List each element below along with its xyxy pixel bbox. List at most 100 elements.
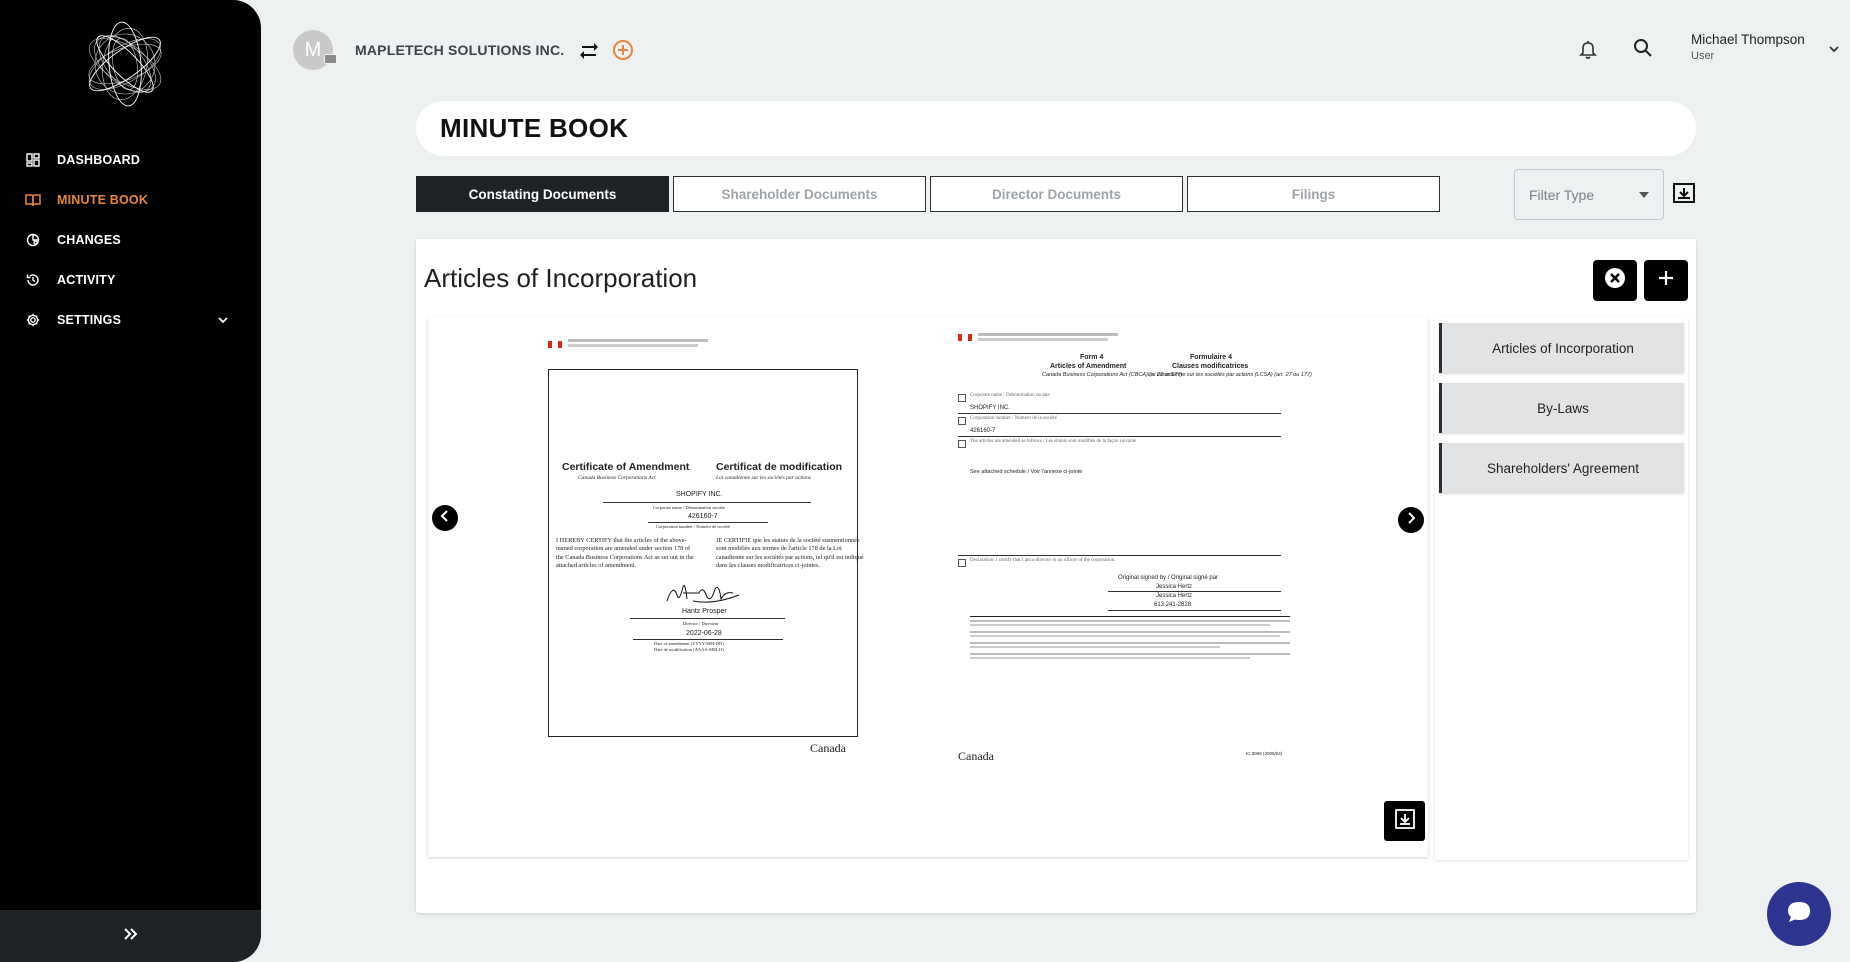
- chevron-down-icon[interactable]: [1827, 42, 1841, 56]
- preview-page-left: Certificate of Amendment Certificat de m…: [548, 333, 878, 755]
- certificate-act-fr: Loi canadienne sur les sociétés par acti…: [716, 475, 812, 481]
- avatar-letter: M: [304, 38, 322, 61]
- right-signer-name: Jessica Hertz: [1156, 584, 1193, 590]
- right-signer-phone: 613 241-2828: [1154, 602, 1192, 608]
- sidebar-item-changes[interactable]: CHANGES: [0, 220, 261, 260]
- canada-wordmark: Canada: [958, 749, 994, 763]
- caret-down-icon: [1639, 192, 1649, 198]
- date-label-en: Date of amendment (YYYY-MM-DD): [654, 641, 724, 646]
- certificate-title-en: Certificate of Amendment: [562, 461, 690, 473]
- close-circle-icon: [1604, 267, 1626, 294]
- tab-shareholder-documents[interactable]: Shareholder Documents: [673, 176, 926, 212]
- company-name: MAPLETECH SOLUTIONS INC.: [355, 42, 565, 58]
- book-icon: [24, 191, 42, 209]
- page-title-bar: MINUTE BOOK: [416, 101, 1696, 156]
- history-icon: [24, 271, 42, 289]
- company-header: M MAPLETECH SOLUTIONS INC.: [293, 30, 634, 70]
- avatar[interactable]: M: [293, 30, 337, 70]
- sidebar-item-label: DASHBOARD: [57, 153, 141, 167]
- document-preview: Certificate of Amendment Certificat de m…: [428, 317, 1428, 857]
- changes-icon: [24, 231, 42, 249]
- right-signer-name-printed: Jessica Hertz: [1156, 593, 1193, 599]
- certify-text-fr: JE CERTIFIE que les statuts de la sociét…: [716, 537, 864, 569]
- notification-bell-icon[interactable]: [1577, 38, 1599, 60]
- document-item-shareholders-agreement[interactable]: Shareholders' Agreement: [1439, 443, 1684, 493]
- chat-button[interactable]: [1767, 882, 1831, 946]
- sidebar-item-activity[interactable]: ACTIVITY: [0, 260, 261, 300]
- filter-type-select[interactable]: Filter Type: [1514, 169, 1664, 220]
- dashboard-icon: [24, 151, 42, 169]
- field3-value: See attached schedule / Voir l'annexe ci…: [970, 469, 1083, 475]
- form-code: IC 3069 (2008/04): [1246, 751, 1283, 756]
- company-logo: [70, 14, 180, 114]
- sidebar-item-dashboard[interactable]: DASHBOARD: [0, 140, 261, 180]
- user-name: Michael Thompson: [1691, 32, 1805, 47]
- sidebar: DASHBOARD MINUTE BOOK CHANGES ACTIVITY S…: [0, 0, 261, 962]
- certify-text-en: I HEREBY CERTIFY that the articles of th…: [556, 537, 694, 569]
- sidebar-collapse-button[interactable]: [0, 910, 261, 962]
- search-icon[interactable]: [1632, 37, 1654, 59]
- certificate-title-fr: Certificat de modification: [716, 461, 843, 473]
- sidebar-item-label: CHANGES: [57, 233, 121, 247]
- page-title: MINUTE BOOK: [440, 113, 629, 143]
- preview-page-right: Form 4 Articles of Amendment Canada Busi…: [958, 331, 1312, 763]
- canada-flag-icon: [548, 341, 562, 348]
- canada-flag-icon: [958, 334, 972, 341]
- document-section-card: Articles of Incorporation Certificate of…: [416, 239, 1696, 913]
- corp-number-label: Corporation number / Numéro de société: [656, 524, 730, 529]
- chevron-left-icon: [439, 509, 451, 527]
- amendment-date: 2022-06-28: [686, 630, 722, 637]
- certificate-act-en: Canada Business Corporations Act: [578, 475, 656, 481]
- download-document-button[interactable]: [1384, 801, 1425, 841]
- canada-wordmark: Canada: [810, 741, 846, 755]
- document-item-articles-of-incorporation[interactable]: Articles of Incorporation: [1439, 323, 1684, 373]
- field3-label: The articles are amended as follows / Le…: [970, 439, 1137, 444]
- chevron-right-icon: [1405, 511, 1417, 529]
- download-icon[interactable]: [1672, 181, 1696, 205]
- corp-number: 426160-7: [688, 513, 718, 520]
- document-item-by-laws[interactable]: By-Laws: [1439, 383, 1684, 433]
- next-page-button[interactable]: [1398, 507, 1424, 533]
- double-chevron-right-icon: [123, 927, 139, 946]
- sidebar-item-minute-book[interactable]: MINUTE BOOK: [0, 180, 261, 220]
- sidebar-item-label: ACTIVITY: [57, 273, 116, 287]
- tab-constating-documents[interactable]: Constating Documents: [416, 176, 669, 212]
- document-list: Articles of Incorporation By-Laws Shareh…: [1435, 317, 1688, 860]
- section-title: Articles of Incorporation: [424, 263, 698, 293]
- corp-name: SHOPIFY INC.: [676, 491, 723, 498]
- sidebar-nav: DASHBOARD MINUTE BOOK CHANGES ACTIVITY S…: [0, 140, 261, 340]
- add-document-button[interactable]: [1644, 260, 1688, 301]
- signer-title: Director / Directeur: [683, 621, 719, 626]
- user-menu[interactable]: Michael Thompson User: [1691, 32, 1805, 62]
- chat-bubble-icon: [1786, 900, 1812, 929]
- tab-director-documents[interactable]: Director Documents: [930, 176, 1183, 212]
- add-company-icon[interactable]: [612, 39, 634, 61]
- field4-label: Declaration: I certify that I am a direc…: [970, 558, 1116, 563]
- field2-label: Corporation number / Numéro de la sociét…: [970, 416, 1057, 421]
- form-number-en: Form 4: [1080, 354, 1104, 361]
- remove-document-button[interactable]: [1593, 260, 1637, 301]
- document-tabs: Constating Documents Shareholder Documen…: [416, 176, 1444, 212]
- plus-icon: [1657, 269, 1675, 292]
- previous-page-button[interactable]: [432, 505, 458, 531]
- signed-by-label: Original signed by / Original signé par: [1118, 575, 1219, 581]
- field1-value: SHOPIFY INC.: [970, 405, 1010, 411]
- swap-company-icon[interactable]: [578, 39, 600, 61]
- chevron-down-icon[interactable]: [215, 312, 231, 328]
- sidebar-item-label: SETTINGS: [57, 313, 122, 327]
- field2-value: 426160-7: [970, 428, 996, 434]
- form-act-fr: Loi canadienne sur les sociétés par acti…: [1148, 372, 1312, 378]
- filter-placeholder: Filter Type: [1529, 186, 1595, 203]
- form-title-en: Articles of Amendment: [1050, 363, 1127, 370]
- form-title-fr: Clauses modificatrices: [1172, 363, 1249, 370]
- tab-filings[interactable]: Filings: [1187, 176, 1440, 212]
- form-number-fr: Formulaire 4: [1190, 354, 1233, 361]
- date-label-fr: Date de modification (AAAA-MM-JJ): [654, 647, 724, 652]
- user-role: User: [1691, 50, 1715, 62]
- sidebar-item-label: MINUTE BOOK: [57, 193, 149, 207]
- sidebar-item-settings[interactable]: SETTINGS: [0, 300, 261, 340]
- camera-icon[interactable]: [324, 54, 337, 64]
- corp-name-label: Corporate name / Dénomination sociale: [653, 505, 725, 510]
- gear-icon: [24, 311, 42, 329]
- signer-name: Hantz Prosper: [682, 608, 727, 615]
